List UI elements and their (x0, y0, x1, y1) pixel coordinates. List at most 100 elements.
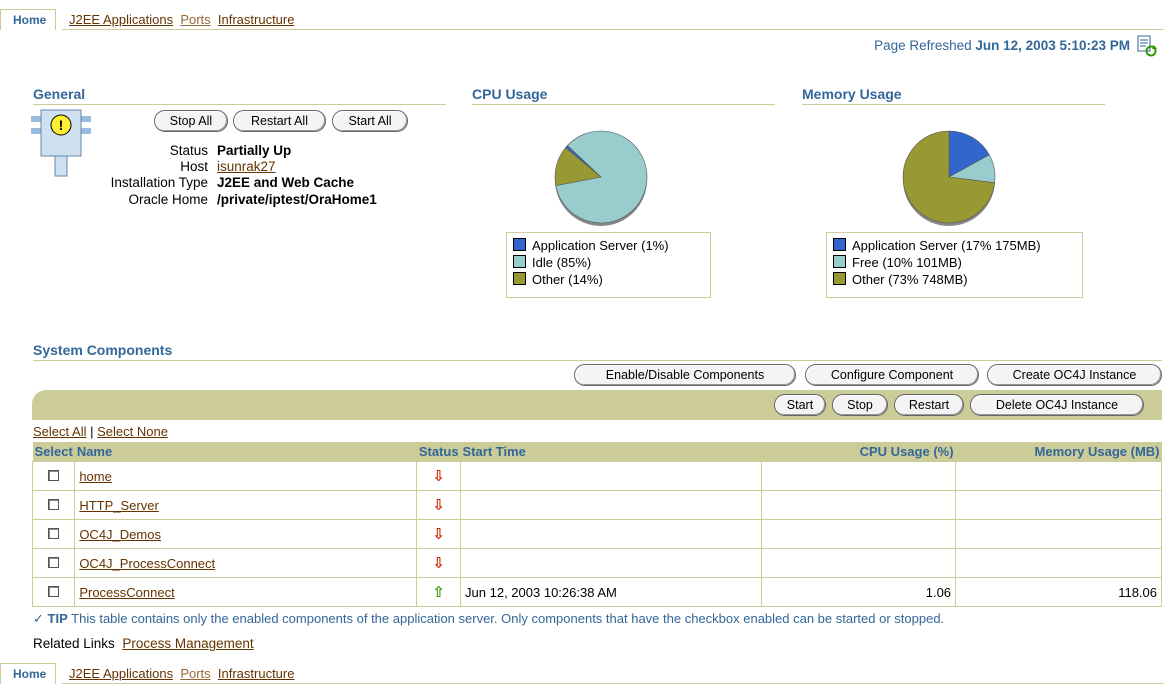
row-checkbox[interactable] (48, 585, 60, 597)
tab-infrastructure[interactable]: Infrastructure (218, 12, 295, 27)
tab-j2ee-applications[interactable]: J2EE Applications (69, 666, 173, 681)
legend-label: Application Server (1%) (532, 238, 669, 253)
start-time-value: Jun 12, 2003 10:26:38 AM (465, 584, 617, 600)
cpu-cell (761, 519, 957, 549)
row-checkbox[interactable] (48, 556, 60, 568)
configure-component-button[interactable]: Configure Component (805, 364, 979, 386)
row-checkbox[interactable] (48, 498, 60, 510)
legend-label: Application Server (17% 175MB) (852, 238, 1041, 253)
select-cell (31, 461, 76, 491)
select-all-link[interactable]: Select All (33, 424, 86, 439)
col-name[interactable]: Name (74, 442, 417, 462)
related-links: Related Links Process Management (33, 636, 254, 651)
cpu-pie-chart (554, 130, 648, 226)
status-cell: ⇩ (416, 490, 462, 520)
general-header: General (33, 86, 446, 105)
page-refreshed: Page Refreshed Jun 12, 2003 5:10:23 PM (874, 38, 1130, 53)
col-start-time[interactable]: Start Time (460, 442, 762, 462)
legend-swatch (513, 272, 526, 285)
tab-ports[interactable]: Ports (180, 666, 210, 681)
cpu-cell (761, 490, 957, 520)
tip: ✓ TIP This table contains only the enabl… (33, 611, 944, 627)
component-link[interactable]: HTTP_Server (79, 498, 158, 513)
status-cell: ⇧ (416, 577, 462, 607)
svg-text:!: ! (59, 117, 64, 133)
name-cell: home (74, 461, 418, 491)
component-link[interactable]: ProcessConnect (79, 585, 174, 600)
refresh-icon[interactable] (1136, 34, 1158, 58)
col-memory-usage[interactable]: Memory Usage (MB) (955, 442, 1162, 462)
legend-swatch (833, 255, 846, 268)
tab-home[interactable]: Home (0, 9, 57, 30)
select-cell (31, 490, 76, 520)
installation-type-label: Installation Type (110, 175, 208, 190)
table-row: OC4J_Demos ⇩ (31, 519, 1162, 549)
memory-legend-item: Application Server (17% 175MB) (833, 237, 1076, 254)
system-components-header: System Components (33, 342, 1162, 361)
cpu-cell: 1.06 (761, 577, 957, 607)
select-cell (31, 577, 76, 607)
status-cell: ⇩ (416, 519, 462, 549)
tab-home[interactable]: Home (0, 663, 57, 684)
select-separator: | (90, 424, 94, 439)
legend-swatch (513, 238, 526, 251)
start-time-cell: Jun 12, 2003 10:26:38 AM (460, 577, 763, 607)
tab-ports[interactable]: Ports (180, 12, 210, 27)
stop-all-button[interactable]: Stop All (154, 110, 228, 132)
cpu-cell (761, 461, 957, 491)
cpu-legend-item: Application Server (1%) (513, 237, 704, 254)
legend-swatch (833, 272, 846, 285)
legend-label: Free (10% 101MB) (852, 255, 962, 270)
memory-value: 118.06 (1118, 584, 1157, 600)
name-cell: ProcessConnect (74, 577, 418, 607)
select-cell (31, 519, 76, 549)
select-cell (31, 548, 76, 578)
stop-button[interactable]: Stop (832, 394, 888, 416)
start-time-cell (460, 490, 763, 520)
status-down-icon: ⇩ (432, 468, 445, 485)
component-link[interactable]: home (79, 469, 112, 484)
start-all-button[interactable]: Start All (332, 110, 408, 132)
col-cpu-usage[interactable]: CPU Usage (%) (761, 442, 956, 462)
restart-button[interactable]: Restart (894, 394, 964, 416)
memory-legend: Application Server (17% 175MB) Free (10%… (826, 232, 1083, 298)
bottom-tab-bar: Home J2EE Applications Ports Infrastruct… (0, 662, 1164, 684)
component-link[interactable]: OC4J_ProcessConnect (79, 556, 215, 571)
tab-bar-rule (62, 29, 1164, 30)
memory-cell (955, 548, 1162, 578)
memory-legend-item: Free (10% 101MB) (833, 254, 1076, 271)
create-oc4j-instance-button[interactable]: Create OC4J Instance (987, 364, 1162, 386)
memory-cell (955, 519, 1162, 549)
tab-links: J2EE Applications Ports Infrastructure (69, 666, 294, 682)
host-link[interactable]: isunrak27 (217, 159, 276, 174)
cpu-usage-header: CPU Usage (472, 86, 775, 105)
status-down-icon: ⇩ (432, 555, 445, 572)
col-select: Select (32, 442, 75, 462)
restart-all-button[interactable]: Restart All (233, 110, 326, 132)
name-cell: OC4J_Demos (74, 519, 418, 549)
enable-disable-components-button[interactable]: Enable/Disable Components (574, 364, 796, 386)
status-value: Partially Up (217, 143, 292, 158)
tip-label: TIP (47, 611, 68, 626)
installation-type-value: J2EE and Web Cache (217, 175, 355, 190)
name-cell: OC4J_ProcessConnect (74, 548, 418, 578)
select-none-link[interactable]: Select None (97, 424, 168, 439)
memory-cell (955, 461, 1162, 491)
status-label: Status (169, 143, 208, 158)
tab-j2ee-applications[interactable]: J2EE Applications (69, 12, 173, 27)
component-link[interactable]: OC4J_Demos (79, 527, 161, 542)
start-button[interactable]: Start (774, 394, 826, 416)
memory-pie-chart (902, 130, 996, 226)
status-down-icon: ⇩ (432, 526, 445, 543)
row-checkbox[interactable] (48, 469, 60, 481)
host-label: Host (180, 159, 208, 174)
delete-oc4j-instance-button[interactable]: Delete OC4J Instance (970, 394, 1144, 416)
tab-infrastructure[interactable]: Infrastructure (218, 666, 295, 681)
tab-links: J2EE Applications Ports Infrastructure (69, 12, 294, 28)
page-refreshed-label: Page Refreshed (874, 38, 972, 53)
row-checkbox[interactable] (48, 527, 60, 539)
process-management-link[interactable]: Process Management (122, 636, 253, 651)
legend-label: Other (73% 748MB) (852, 272, 968, 287)
memory-cell (955, 490, 1162, 520)
col-status[interactable]: Status (416, 442, 461, 462)
